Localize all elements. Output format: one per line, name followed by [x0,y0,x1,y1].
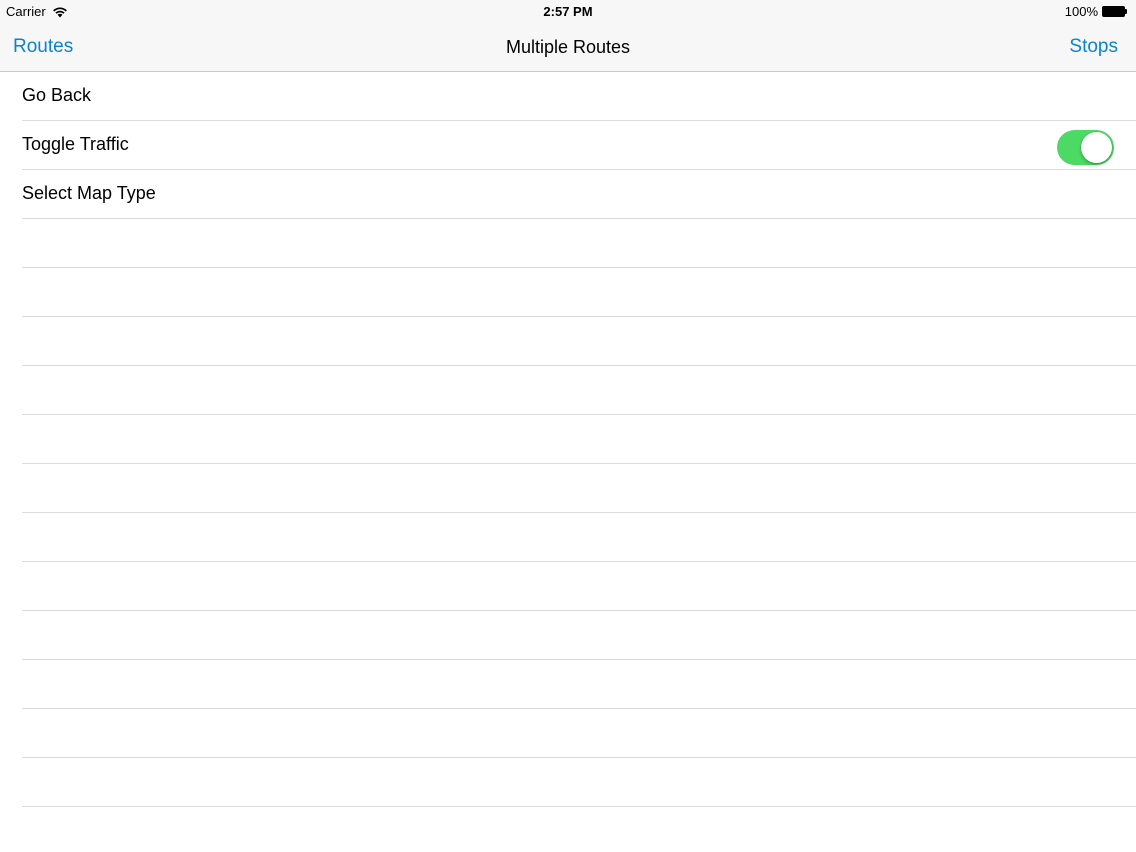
empty-row [0,464,1136,513]
toggle-knob [1081,132,1112,163]
battery-icon [1102,6,1128,17]
empty-row [0,660,1136,709]
battery-percent: 100% [1064,4,1098,19]
settings-table: Go Back Toggle Traffic Select Map Type [0,72,1136,852]
status-right: 100% [1065,4,1128,19]
empty-row [0,562,1136,611]
empty-row [0,268,1136,317]
row-go-back[interactable]: Go Back [0,72,1136,121]
row-label: Select Map Type [22,183,156,203]
status-bar: Carrier 2:57 PM 100% [0,0,1136,22]
navigation-bar: Routes Multiple Routes Stops [0,22,1136,72]
row-toggle-traffic: Toggle Traffic [0,121,1136,170]
empty-row [0,415,1136,464]
empty-row [0,317,1136,366]
row-label: Toggle Traffic [22,134,129,154]
empty-row [0,219,1136,268]
traffic-toggle-switch[interactable] [1057,130,1114,165]
empty-row [0,611,1136,660]
page-title: Multiple Routes [505,37,631,57]
status-time: 2:57 PM [543,4,593,19]
empty-row [0,513,1136,562]
row-label: Go Back [22,85,92,105]
empty-row [0,366,1136,415]
stops-button[interactable]: Stops [1069,36,1118,58]
empty-row [0,709,1136,758]
row-select-map-type[interactable]: Select Map Type [0,170,1136,219]
empty-row [0,758,1136,807]
